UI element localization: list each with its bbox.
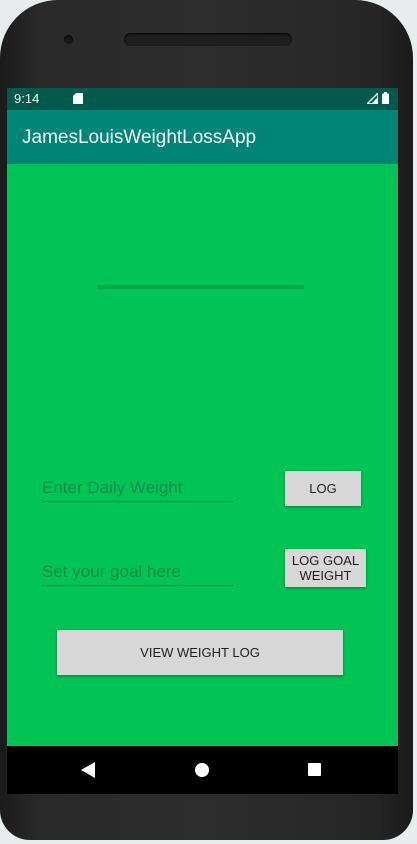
signal-icon bbox=[367, 93, 378, 104]
header-divider bbox=[97, 285, 304, 289]
status-time: 9:14 bbox=[14, 91, 40, 106]
log-button[interactable]: LOG bbox=[285, 471, 361, 506]
navigation-bar bbox=[7, 746, 398, 794]
view-weight-log-button[interactable]: VIEW WEIGHT LOG bbox=[57, 630, 343, 675]
app-title: JamesLouisWeightLossApp bbox=[22, 127, 257, 148]
recents-icon[interactable] bbox=[308, 763, 321, 776]
goal-weight-input[interactable]: Set your goal here bbox=[42, 555, 234, 586]
app-screen: 9:14 JamesLouisWeightLossApp Enter Daily… bbox=[7, 88, 398, 794]
daily-weight-placeholder: Enter Daily Weight bbox=[42, 478, 183, 497]
back-icon[interactable] bbox=[81, 762, 95, 778]
front-camera bbox=[64, 35, 73, 44]
sd-card-icon bbox=[73, 93, 83, 104]
earpiece-speaker bbox=[124, 33, 292, 46]
phone-frame: 9:14 JamesLouisWeightLossApp Enter Daily… bbox=[0, 0, 413, 840]
battery-icon bbox=[382, 92, 389, 104]
goal-weight-placeholder: Set your goal here bbox=[42, 562, 181, 581]
daily-weight-input[interactable]: Enter Daily Weight bbox=[42, 471, 234, 502]
app-bar: JamesLouisWeightLossApp bbox=[7, 110, 398, 164]
status-bar: 9:14 bbox=[7, 88, 398, 110]
home-icon[interactable] bbox=[195, 763, 209, 777]
log-goal-weight-button[interactable]: LOG GOAL WEIGHT bbox=[285, 549, 366, 587]
